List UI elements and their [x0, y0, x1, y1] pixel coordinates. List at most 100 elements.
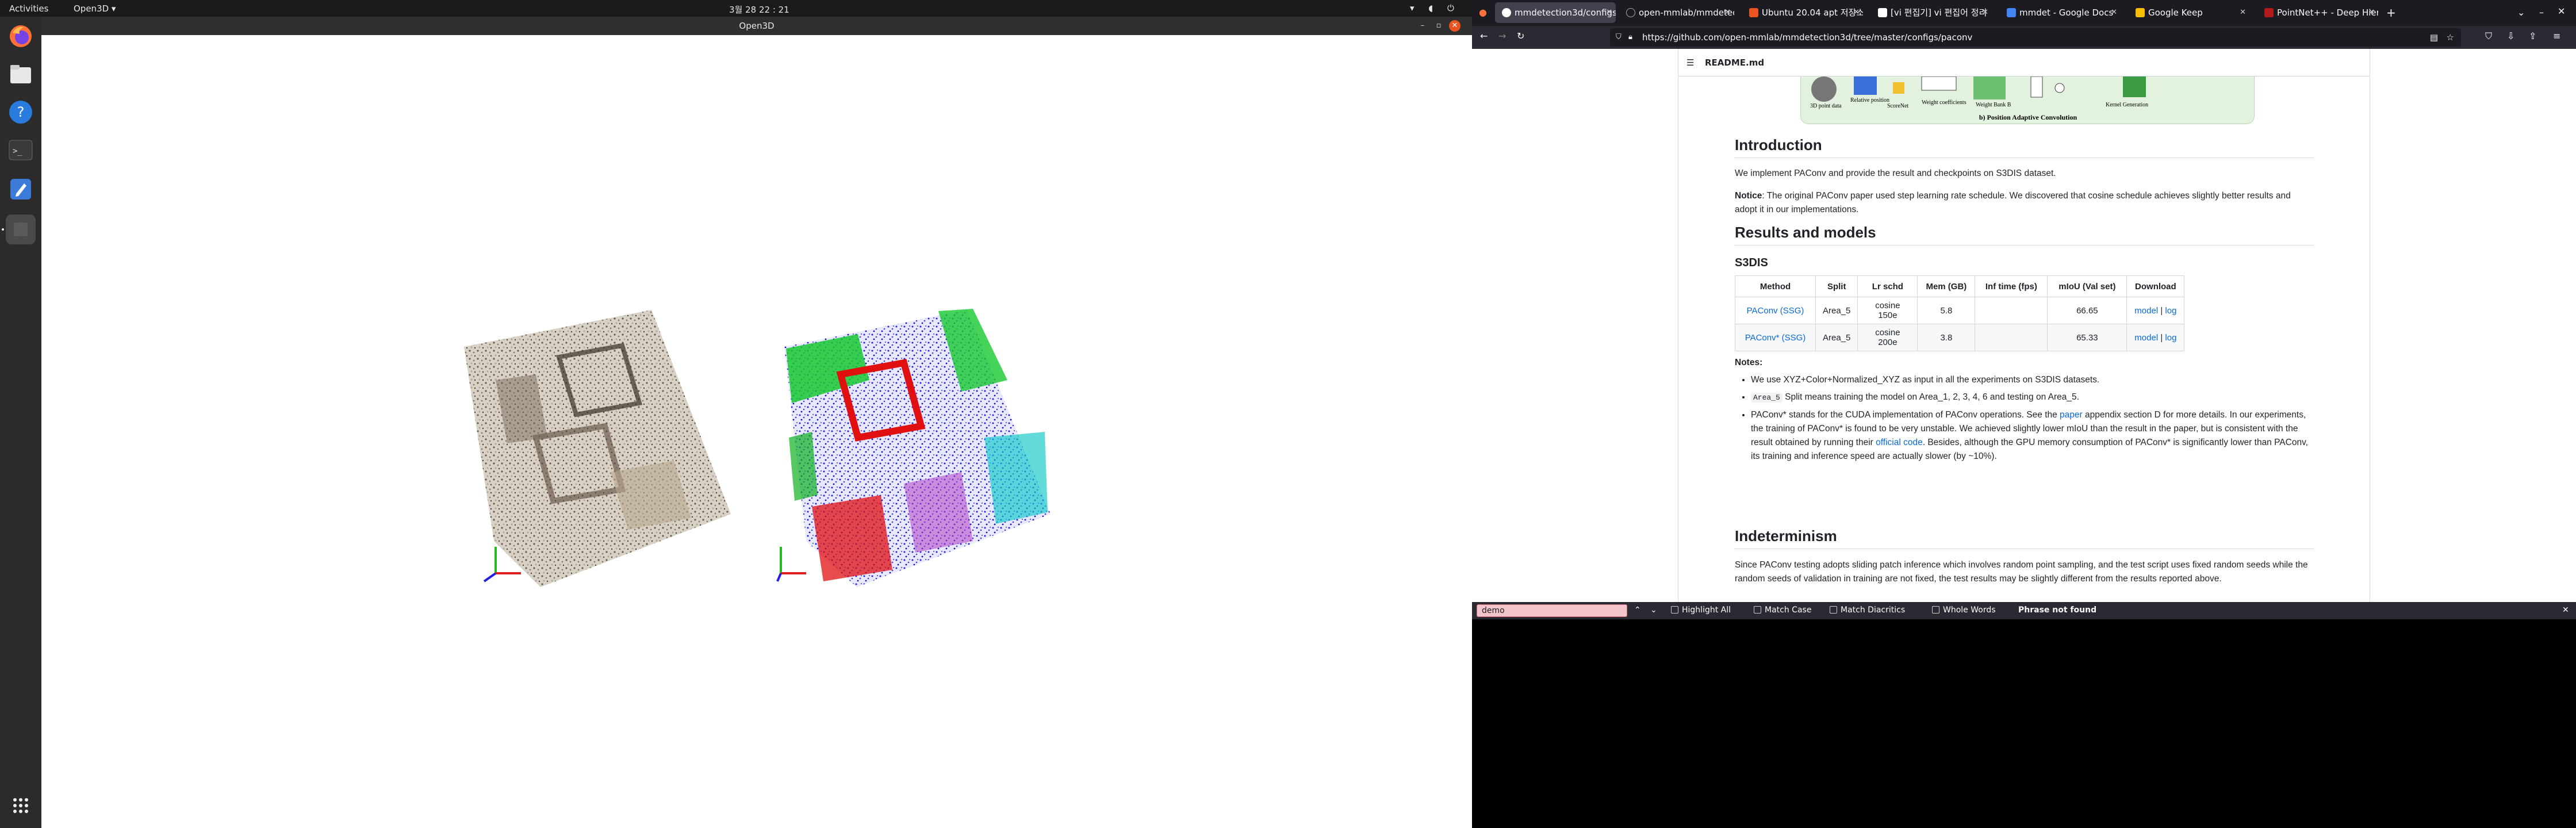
tab-open-mmlab[interactable]: open-mmlab/mmdetectio ✕: [1619, 2, 1734, 23]
table-row: PAConv (SSG) Area_5 cosine 150e 5.8 66.6…: [1735, 297, 2185, 324]
reload-icon[interactable]: ↻: [1517, 30, 1524, 41]
firefox-window: ● mmdetection3d/configs ✕ open-mmlab/mmd…: [1472, 0, 2576, 828]
table-header: Mem (GB): [1917, 275, 1976, 297]
results-table: Method Split Lr schd Mem (GB) Inf time (…: [1735, 275, 2185, 351]
close-tab-icon[interactable]: ✕: [1853, 2, 1860, 23]
close-tab-icon[interactable]: ✕: [2111, 2, 2117, 23]
official-code-link[interactable]: official code: [1876, 438, 1923, 447]
minimize-button[interactable]: –: [1417, 20, 1428, 32]
google-keep-icon: [2136, 8, 2145, 17]
close-tab-icon[interactable]: ✕: [2368, 2, 2375, 23]
back-icon[interactable]: ←: [1480, 30, 1488, 41]
clock[interactable]: 3월 28 22 : 21: [729, 3, 789, 16]
heading-results: Results and models: [1735, 224, 2314, 246]
method-link[interactable]: PAConv* (SSG): [1735, 324, 1816, 351]
url-bar[interactable]: ⛉ 🔒︎ https://github.com/open-mmlab/mmdet…: [1610, 28, 2461, 47]
paper-link[interactable]: paper: [2060, 410, 2083, 420]
readme-filename: README.md: [1705, 57, 1765, 68]
app-menu-button[interactable]: Open3D ▾: [74, 3, 116, 14]
find-status: Phrase not found: [2018, 605, 2097, 615]
terminal-icon[interactable]: >_: [6, 135, 36, 165]
close-find-bar-icon[interactable]: ✕: [2562, 605, 2569, 615]
new-tab-icon[interactable]: +: [2386, 6, 2396, 20]
inf-time-cell: [1975, 324, 2048, 351]
find-previous-icon[interactable]: ⌃: [1634, 605, 1641, 615]
heading-s3dis: S3DIS: [1735, 256, 1768, 269]
hamburger-menu-icon[interactable]: ≡: [2553, 30, 2560, 41]
split-cell: Area_5: [1815, 324, 1858, 351]
notes-list: We use XYZ+Color+Normalized_XYZ as input…: [1735, 373, 2314, 463]
blog-icon: [1749, 8, 1758, 17]
tab-pointnet[interactable]: PointNet++ - Deep Hierarch ✕: [2257, 2, 2378, 23]
separator: |: [2160, 305, 2163, 316]
find-bar: demo ⌃ ⌄ Highlight All Match Case Match …: [1472, 602, 2576, 619]
url-text[interactable]: https://github.com/open-mmlab/mmdetectio…: [1642, 32, 1972, 43]
running-indicator: [2, 228, 4, 231]
active-app-icon[interactable]: [6, 214, 36, 244]
method-link[interactable]: PAConv (SSG): [1735, 297, 1816, 324]
files-icon[interactable]: [6, 59, 36, 89]
pocket-icon[interactable]: ⛉: [2485, 30, 2492, 42]
tab-ubuntu-apt[interactable]: Ubuntu 20.04 apt 저장소 ✕: [1742, 2, 1863, 23]
readme-header: ☰ README.md: [1678, 49, 2370, 76]
figure-label: ScoreNet: [1887, 103, 1909, 109]
log-link[interactable]: log: [2165, 333, 2176, 343]
match-diacritics-checkbox[interactable]: Match Diacritics: [1830, 605, 1905, 615]
close-tab-icon[interactable]: ✕: [1982, 2, 1988, 23]
figure-label: Weight Bank B: [1976, 102, 2011, 108]
firefox-menu-icon[interactable]: ●: [1479, 7, 1487, 18]
activities-button[interactable]: Activities: [9, 3, 48, 14]
lock-icon[interactable]: 🔒︎: [1628, 28, 1632, 47]
firefox-icon[interactable]: [6, 21, 36, 51]
tab-vi-editor[interactable]: [vi 편집기] vi 편집어 정리 ✕: [1871, 2, 1992, 23]
extensions-icon[interactable]: ⇪: [2529, 30, 2536, 41]
point-cloud-rgb: [464, 310, 731, 587]
paconv-figure: 3D point data Relative position ScoreNet…: [1800, 76, 2255, 124]
table-header: Split: [1815, 275, 1858, 297]
whole-words-checkbox[interactable]: Whole Words: [1932, 605, 1996, 615]
model-link[interactable]: model: [2134, 306, 2158, 316]
outline-icon[interactable]: ☰: [1686, 49, 1694, 76]
list-tabs-icon[interactable]: ⌄: [2517, 7, 2525, 18]
bookmark-star-icon[interactable]: ☆: [2447, 28, 2454, 47]
shield-icon[interactable]: ⛉: [1616, 28, 1621, 47]
tab-google-keep[interactable]: Google Keep ✕: [2129, 2, 2249, 23]
maximize-button[interactable]: ▫: [1433, 20, 1444, 32]
list-item: We use XYZ+Color+Normalized_XYZ as input…: [1751, 373, 2314, 387]
empty-area: [1472, 619, 2576, 828]
table-header: Lr schd: [1857, 275, 1918, 297]
match-case-checkbox[interactable]: Match Case: [1754, 605, 1811, 615]
close-button[interactable]: ✕: [1449, 20, 1460, 32]
reader-view-icon[interactable]: ▤: [2430, 28, 2438, 47]
close-tab-icon[interactable]: ✕: [1606, 2, 1612, 23]
log-link[interactable]: log: [2165, 306, 2176, 316]
close-tab-icon[interactable]: ✕: [1724, 2, 1731, 23]
forward-icon[interactable]: →: [1498, 30, 1506, 41]
heading-indeterminism: Indeterminism: [1735, 527, 2314, 549]
find-input[interactable]: demo: [1477, 604, 1627, 617]
tab-mmdetection3d[interactable]: mmdetection3d/configs ✕: [1495, 2, 1616, 23]
open3d-window: Open3D – ▫ ✕: [41, 17, 1472, 828]
lr-schd-cell: cosine 200e: [1857, 324, 1918, 351]
navigation-toolbar: ← → ↻ ⛉ 🔒︎ https://github.com/open-mmlab…: [1472, 26, 2576, 49]
text-editor-icon[interactable]: [6, 174, 36, 204]
figure-label: 3D point data: [1810, 103, 1842, 109]
model-link[interactable]: model: [2134, 333, 2158, 343]
minimize-window-icon[interactable]: –: [2539, 7, 2544, 18]
find-next-icon[interactable]: ⌄: [1650, 605, 1657, 615]
highlight-all-checkbox[interactable]: Highlight All: [1671, 605, 1731, 615]
downloads-icon[interactable]: ⇩: [2507, 30, 2514, 41]
readme-content: 3D point data Relative position ScoreNet…: [1678, 76, 2370, 602]
close-tab-icon[interactable]: ✕: [2240, 2, 2246, 23]
tab-google-docs[interactable]: mmdet - Google Docs ✕: [2000, 2, 2121, 23]
github-page: ☰ README.md 3D point data Relative posit…: [1472, 49, 2576, 602]
app-grid-icon[interactable]: [6, 791, 36, 821]
download-cell: model | log: [2126, 297, 2185, 324]
close-window-icon[interactable]: ✕: [2558, 6, 2565, 17]
coordinate-axes-right: [776, 547, 806, 582]
separator: |: [2160, 332, 2163, 343]
tab-label: Google Keep: [2148, 7, 2203, 18]
tab-label: PointNet++ - Deep Hierarch: [2277, 7, 2378, 18]
point-cloud-viewport[interactable]: [41, 35, 1472, 828]
help-icon[interactable]: ?: [6, 97, 36, 127]
